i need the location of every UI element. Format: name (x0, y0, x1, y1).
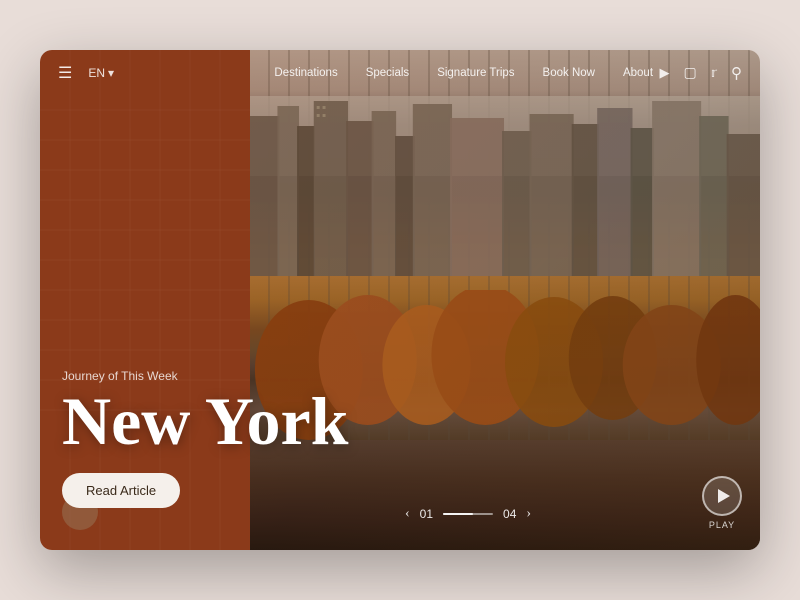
main-container: ☰ EN ▾ Destinations Specials Signature T… (40, 50, 760, 550)
play-circle (702, 476, 742, 516)
prev-arrow[interactable]: ‹ (405, 506, 410, 522)
cta-wrapper: Read Article (62, 453, 180, 508)
youtube-icon[interactable]: ▶ (659, 65, 669, 81)
current-page: 01 (420, 507, 433, 521)
nav-specials[interactable]: Specials (366, 67, 409, 79)
read-article-button[interactable]: Read Article (62, 473, 180, 508)
instagram-icon[interactable]: ▢ (683, 65, 696, 82)
navbar: ☰ EN ▾ Destinations Specials Signature T… (40, 50, 760, 96)
play-button[interactable]: PLAY (702, 476, 742, 530)
scene-overlay (250, 50, 760, 550)
next-arrow[interactable]: › (526, 506, 531, 522)
nav-destinations[interactable]: Destinations (274, 67, 337, 79)
total-pages: 04 (503, 507, 516, 521)
hamburger-icon[interactable]: ☰ (58, 63, 72, 83)
page-bar-fill (443, 513, 473, 515)
play-label: PLAY (709, 520, 735, 530)
nav-center: Destinations Specials Signature Trips Bo… (268, 67, 659, 79)
play-triangle-icon (718, 489, 730, 503)
nav-about[interactable]: About (623, 67, 653, 79)
nav-left: ☰ EN ▾ (58, 63, 268, 83)
search-icon[interactable]: ⚲ (731, 64, 742, 83)
twitter-icon[interactable]: 𝕣 (711, 65, 717, 81)
hero-image: PLAY ‹ 01 04 › (250, 50, 760, 550)
nav-signature-trips[interactable]: Signature Trips (437, 67, 514, 79)
nav-right: ▶ ▢ 𝕣 ⚲ (659, 64, 742, 83)
lang-selector[interactable]: EN ▾ (88, 66, 114, 80)
page-progress-bar (443, 513, 493, 515)
nav-book-now[interactable]: Book Now (543, 67, 595, 79)
pagination: ‹ 01 04 › (405, 506, 531, 522)
